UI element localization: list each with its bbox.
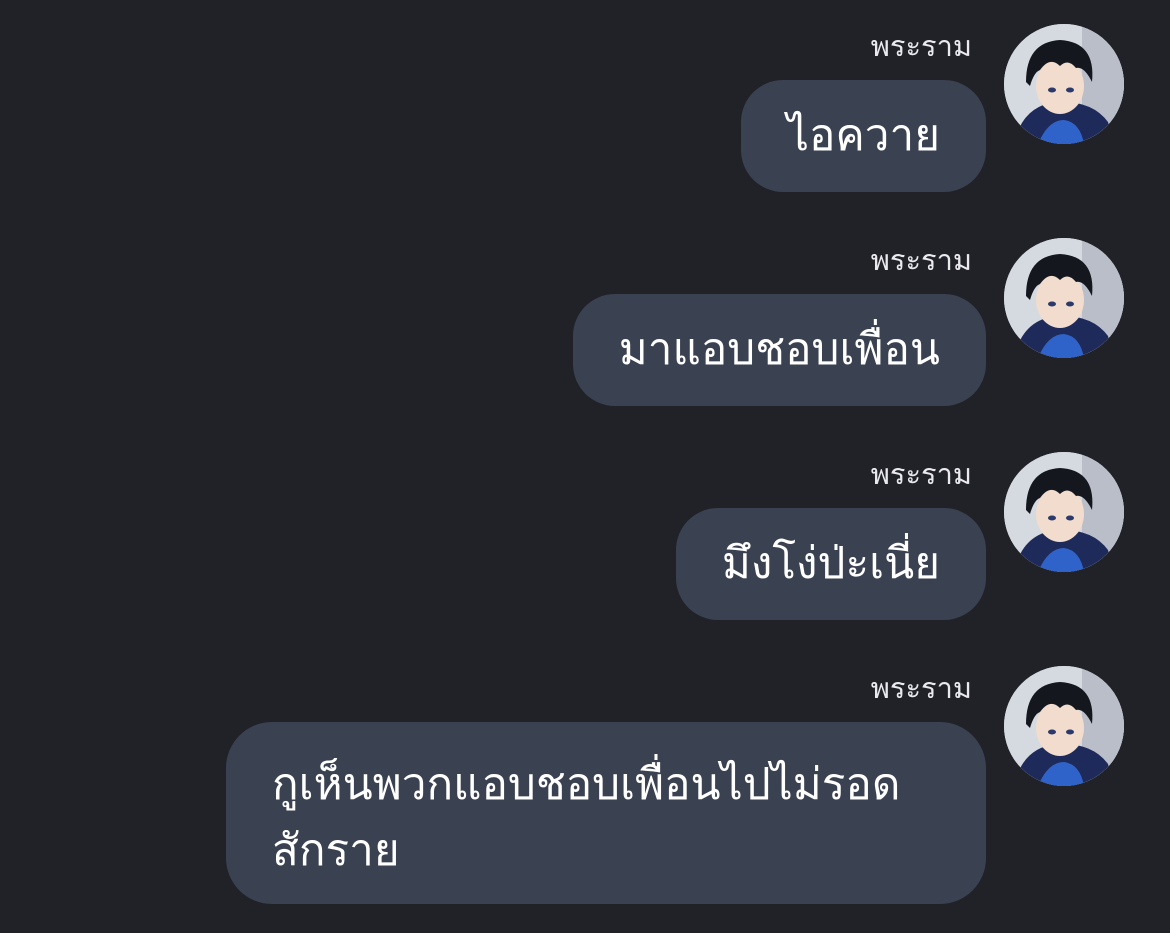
sender-name: พระราม (870, 457, 972, 491)
sender-name: พระราม (870, 243, 972, 277)
message-bubble[interactable]: ไอควาย (740, 80, 986, 192)
message-bubble[interactable]: มาแอบชอบเพื่อน (572, 294, 986, 406)
sender-name: พระราม (870, 29, 972, 63)
message-row: พระราม ไอควาย (0, 24, 1170, 194)
message-bubble[interactable]: กูเห็นพวกแอบชอบเพื่อนไปไม่รอดสักราย (226, 722, 986, 904)
message-bubble[interactable]: มึงโง่ป่ะเนี่ย (675, 508, 986, 620)
user-avatar-icon[interactable] (1004, 24, 1124, 144)
user-avatar-icon[interactable] (1004, 666, 1124, 786)
chat-thread: พระราม ไอควาย พระราม มาแอบชอบเพื่อน พระร… (0, 0, 1170, 933)
sender-name: พระราม (870, 671, 972, 705)
message-row: พระราม มึงโง่ป่ะเนี่ย (0, 452, 1170, 622)
user-avatar-icon[interactable] (1004, 238, 1124, 358)
user-avatar-icon[interactable] (1004, 452, 1124, 572)
message-row: พระราม กูเห็นพวกแอบชอบเพื่อนไปไม่รอดสักร… (0, 666, 1170, 906)
message-row: พระราม มาแอบชอบเพื่อน (0, 238, 1170, 408)
